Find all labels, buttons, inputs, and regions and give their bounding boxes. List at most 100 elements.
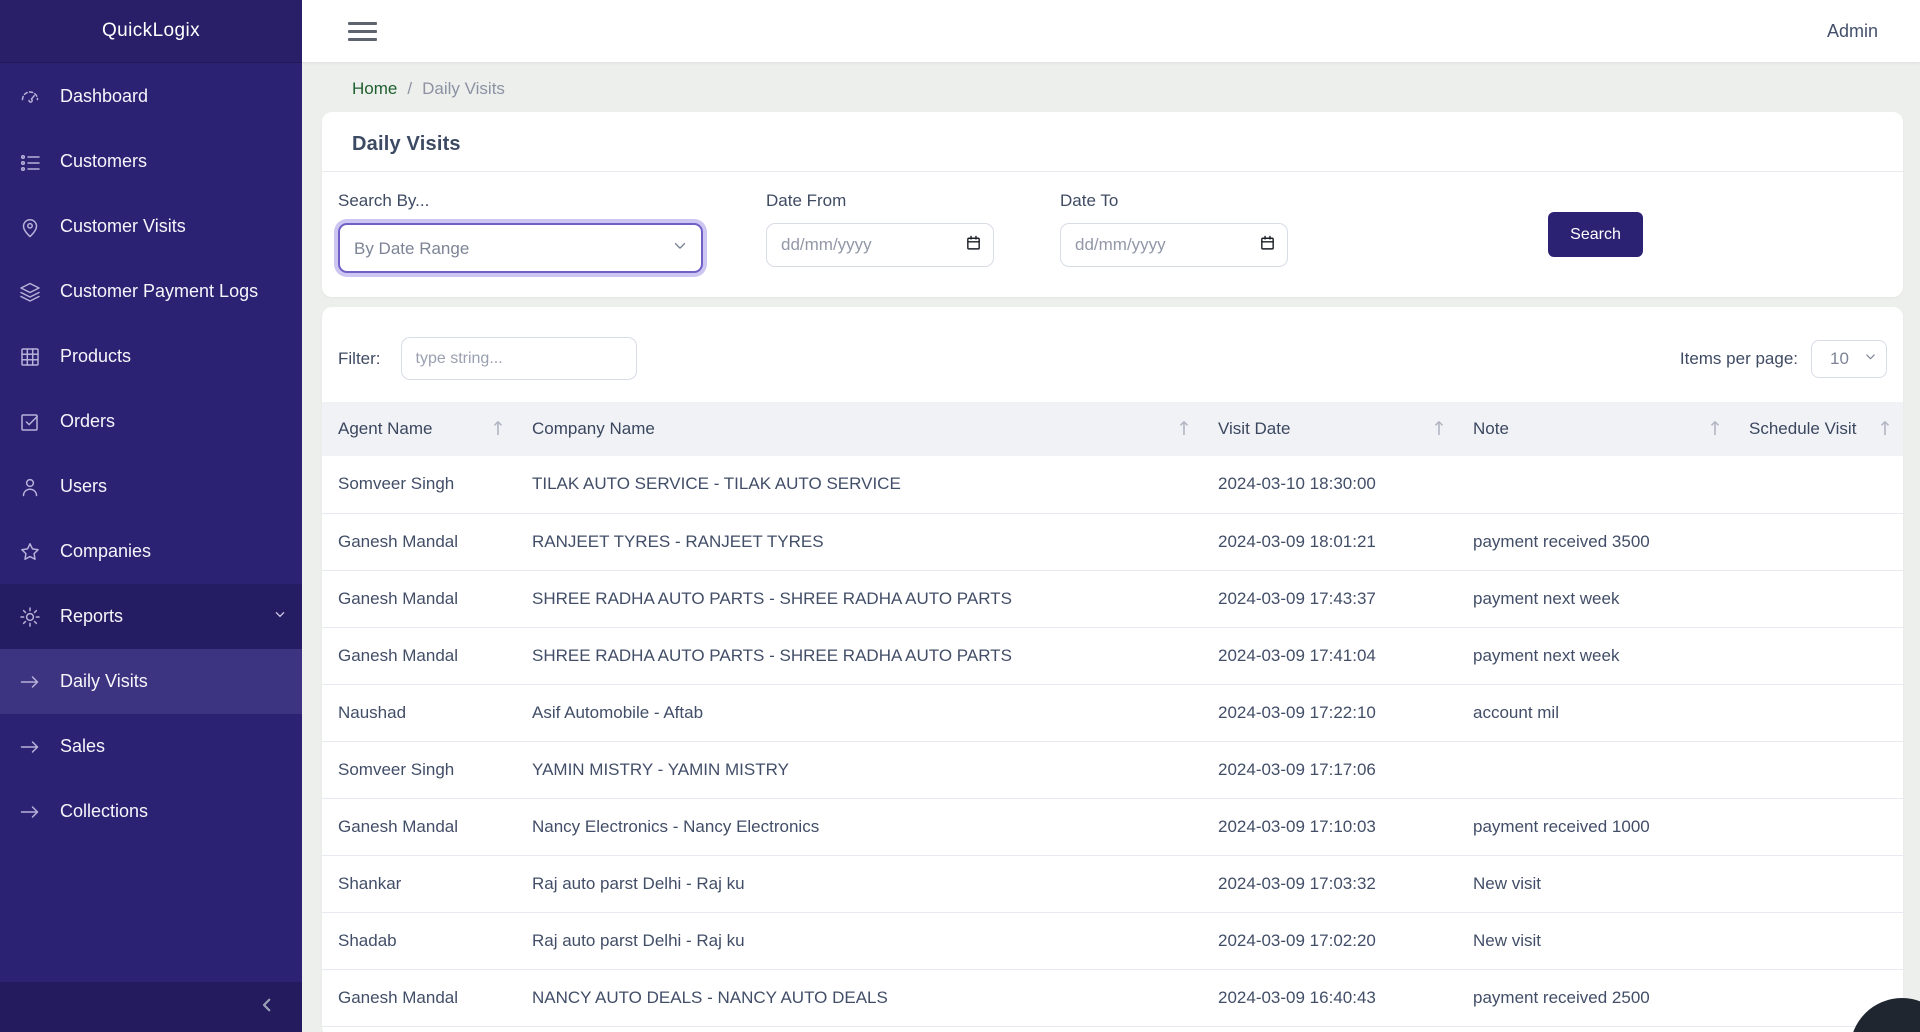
sidebar-item-customer-visits[interactable]: Customer Visits	[0, 194, 302, 259]
date-from-group: Date From	[766, 191, 994, 267]
column-header-agent-name[interactable]: Agent Name↑	[322, 402, 516, 456]
cell-schedule-visit	[1733, 456, 1903, 513]
cell-schedule-visit	[1733, 855, 1903, 912]
table-row: Ganesh Mandal RANJEET TYRES - RANJEET TY…	[322, 513, 1903, 570]
sidebar-item-label: Sales	[60, 736, 105, 757]
cell-schedule-visit	[1733, 741, 1903, 798]
cell-visit-date: 2024-03-09 17:17:06	[1202, 741, 1457, 798]
list-icon	[17, 149, 43, 175]
date-to-wrap	[1060, 223, 1288, 267]
sidebar-nav: Dashboard Customers Customer Visits Cust…	[0, 62, 302, 844]
sidebar-item-dashboard[interactable]: Dashboard	[0, 64, 302, 129]
sidebar-item-sales[interactable]: Sales	[0, 714, 302, 779]
search-by-label: Search By...	[338, 191, 703, 211]
cell-note: payment received 3500	[1457, 513, 1733, 570]
breadcrumb-separator: /	[407, 79, 412, 99]
cell-schedule-visit	[1733, 684, 1903, 741]
sidebar: QuickLogix Dashboard Customers Customer …	[0, 0, 302, 1032]
cell-schedule-visit	[1733, 570, 1903, 627]
items-per-page-select[interactable]: 10	[1811, 340, 1887, 378]
date-from-input[interactable]	[766, 223, 994, 267]
cell-agent-name: Somveer Singh	[322, 741, 516, 798]
sidebar-item-label: Orders	[60, 411, 115, 432]
cell-agent-name: Ganesh Mandal	[322, 570, 516, 627]
column-header-note[interactable]: Note↑	[1457, 402, 1733, 456]
cell-agent-name: Shankar	[322, 855, 516, 912]
search-by-select[interactable]: By Date Range	[338, 223, 703, 273]
panel-divider	[322, 171, 1903, 172]
cell-note	[1457, 456, 1733, 513]
cell-note: New visit	[1457, 912, 1733, 969]
sidebar-item-products[interactable]: Products	[0, 324, 302, 389]
user-menu[interactable]: Admin	[1827, 21, 1878, 42]
date-to-input[interactable]	[1060, 223, 1288, 267]
sidebar-item-label: Customer Visits	[60, 216, 186, 237]
column-header-schedule-visit[interactable]: Schedule Visit↑	[1733, 402, 1903, 456]
sidebar-item-daily-visits[interactable]: Daily Visits	[0, 649, 302, 714]
arrow-right-icon	[17, 669, 43, 695]
map-pin-icon	[17, 214, 43, 240]
column-header-company-name[interactable]: Company Name↑	[516, 402, 1202, 456]
cell-schedule-visit	[1733, 912, 1903, 969]
filter-bar: Filter: Items per page: 10	[322, 307, 1903, 402]
sort-ascending-icon[interactable]: ↑	[1431, 418, 1447, 440]
sort-ascending-icon[interactable]: ↑	[490, 418, 506, 440]
filter-input[interactable]	[401, 337, 637, 380]
cell-company-name: SHREE RADHA AUTO PARTS - SHREE RADHA AUT…	[516, 627, 1202, 684]
sidebar-item-label: Products	[60, 346, 131, 367]
brand-logo: QuickLogix	[0, 0, 302, 62]
cell-visit-date: 2024-03-09 16:40:43	[1202, 969, 1457, 1026]
cell-visit-date: 2024-03-09 17:22:10	[1202, 684, 1457, 741]
chevron-down-icon	[272, 606, 288, 627]
cell-schedule-visit	[1733, 798, 1903, 855]
main-area: Admin Home / Daily Visits Daily Visits S…	[302, 0, 1920, 1032]
column-header-visit-date[interactable]: Visit Date↑	[1202, 402, 1457, 456]
cell-company-name: SHREE RADHA AUTO PARTS - SHREE RADHA AUT…	[516, 570, 1202, 627]
sidebar-item-customer-payment-logs[interactable]: Customer Payment Logs	[0, 259, 302, 324]
arrow-right-icon	[17, 734, 43, 760]
sort-ascending-icon[interactable]: ↑	[1707, 418, 1723, 440]
grid-icon	[17, 344, 43, 370]
cell-visit-date: 2024-03-09 17:10:03	[1202, 798, 1457, 855]
cell-company-name: Raj auto parst Delhi - Raj ku	[516, 855, 1202, 912]
items-per-page-select-wrap: 10	[1811, 340, 1887, 378]
cell-company-name: YAMIN MISTRY - YAMIN MISTRY	[516, 741, 1202, 798]
table-header: Agent Name↑ Company Name↑ Visit Date↑ No…	[322, 402, 1903, 456]
sort-ascending-icon[interactable]: ↑	[1176, 418, 1192, 440]
search-button[interactable]: Search	[1548, 212, 1643, 257]
table-row: Ganesh Mandal NANCY AUTO DEALS - NANCY A…	[322, 969, 1903, 1026]
cell-agent-name: Ganesh Mandal	[322, 969, 516, 1026]
sidebar-item-customers[interactable]: Customers	[0, 129, 302, 194]
cell-company-name: Asif Automobile - Aftab	[516, 684, 1202, 741]
collapse-sidebar-button[interactable]	[258, 995, 276, 1020]
cell-company-name: Nancy Electronics - Nancy Electronics	[516, 798, 1202, 855]
sidebar-item-companies[interactable]: Companies	[0, 519, 302, 584]
sidebar-item-reports[interactable]: Reports	[0, 584, 302, 649]
sidebar-item-label: Companies	[60, 541, 151, 562]
daily-visits-table: Agent Name↑ Company Name↑ Visit Date↑ No…	[322, 402, 1903, 1027]
sort-ascending-icon[interactable]: ↑	[1877, 418, 1893, 440]
cell-visit-date: 2024-03-09 17:41:04	[1202, 627, 1457, 684]
breadcrumb-current: Daily Visits	[422, 79, 505, 99]
breadcrumb-home-link[interactable]: Home	[352, 79, 397, 99]
cell-schedule-visit	[1733, 513, 1903, 570]
page-title: Daily Visits	[352, 133, 1887, 156]
table-body: Somveer Singh TILAK AUTO SERVICE - TILAK…	[322, 456, 1903, 1026]
user-icon	[17, 474, 43, 500]
cell-note: payment next week	[1457, 570, 1733, 627]
sidebar-item-label: Customer Payment Logs	[60, 281, 258, 302]
cell-company-name: Raj auto parst Delhi - Raj ku	[516, 912, 1202, 969]
table-row: Shankar Raj auto parst Delhi - Raj ku 20…	[322, 855, 1903, 912]
hamburger-menu-button[interactable]	[348, 18, 377, 45]
page-content: Home / Daily Visits Daily Visits Search …	[302, 62, 1920, 1032]
cell-agent-name: Ganesh Mandal	[322, 798, 516, 855]
sidebar-item-orders[interactable]: Orders	[0, 389, 302, 454]
sidebar-item-label: Daily Visits	[60, 671, 148, 692]
brand-name: QuickLogix	[102, 20, 200, 42]
date-from-wrap	[766, 223, 994, 267]
cell-note	[1457, 741, 1733, 798]
sidebar-item-collections[interactable]: Collections	[0, 779, 302, 844]
breadcrumb: Home / Daily Visits	[322, 62, 1903, 112]
sidebar-item-users[interactable]: Users	[0, 454, 302, 519]
filter-label: Filter:	[338, 349, 381, 369]
